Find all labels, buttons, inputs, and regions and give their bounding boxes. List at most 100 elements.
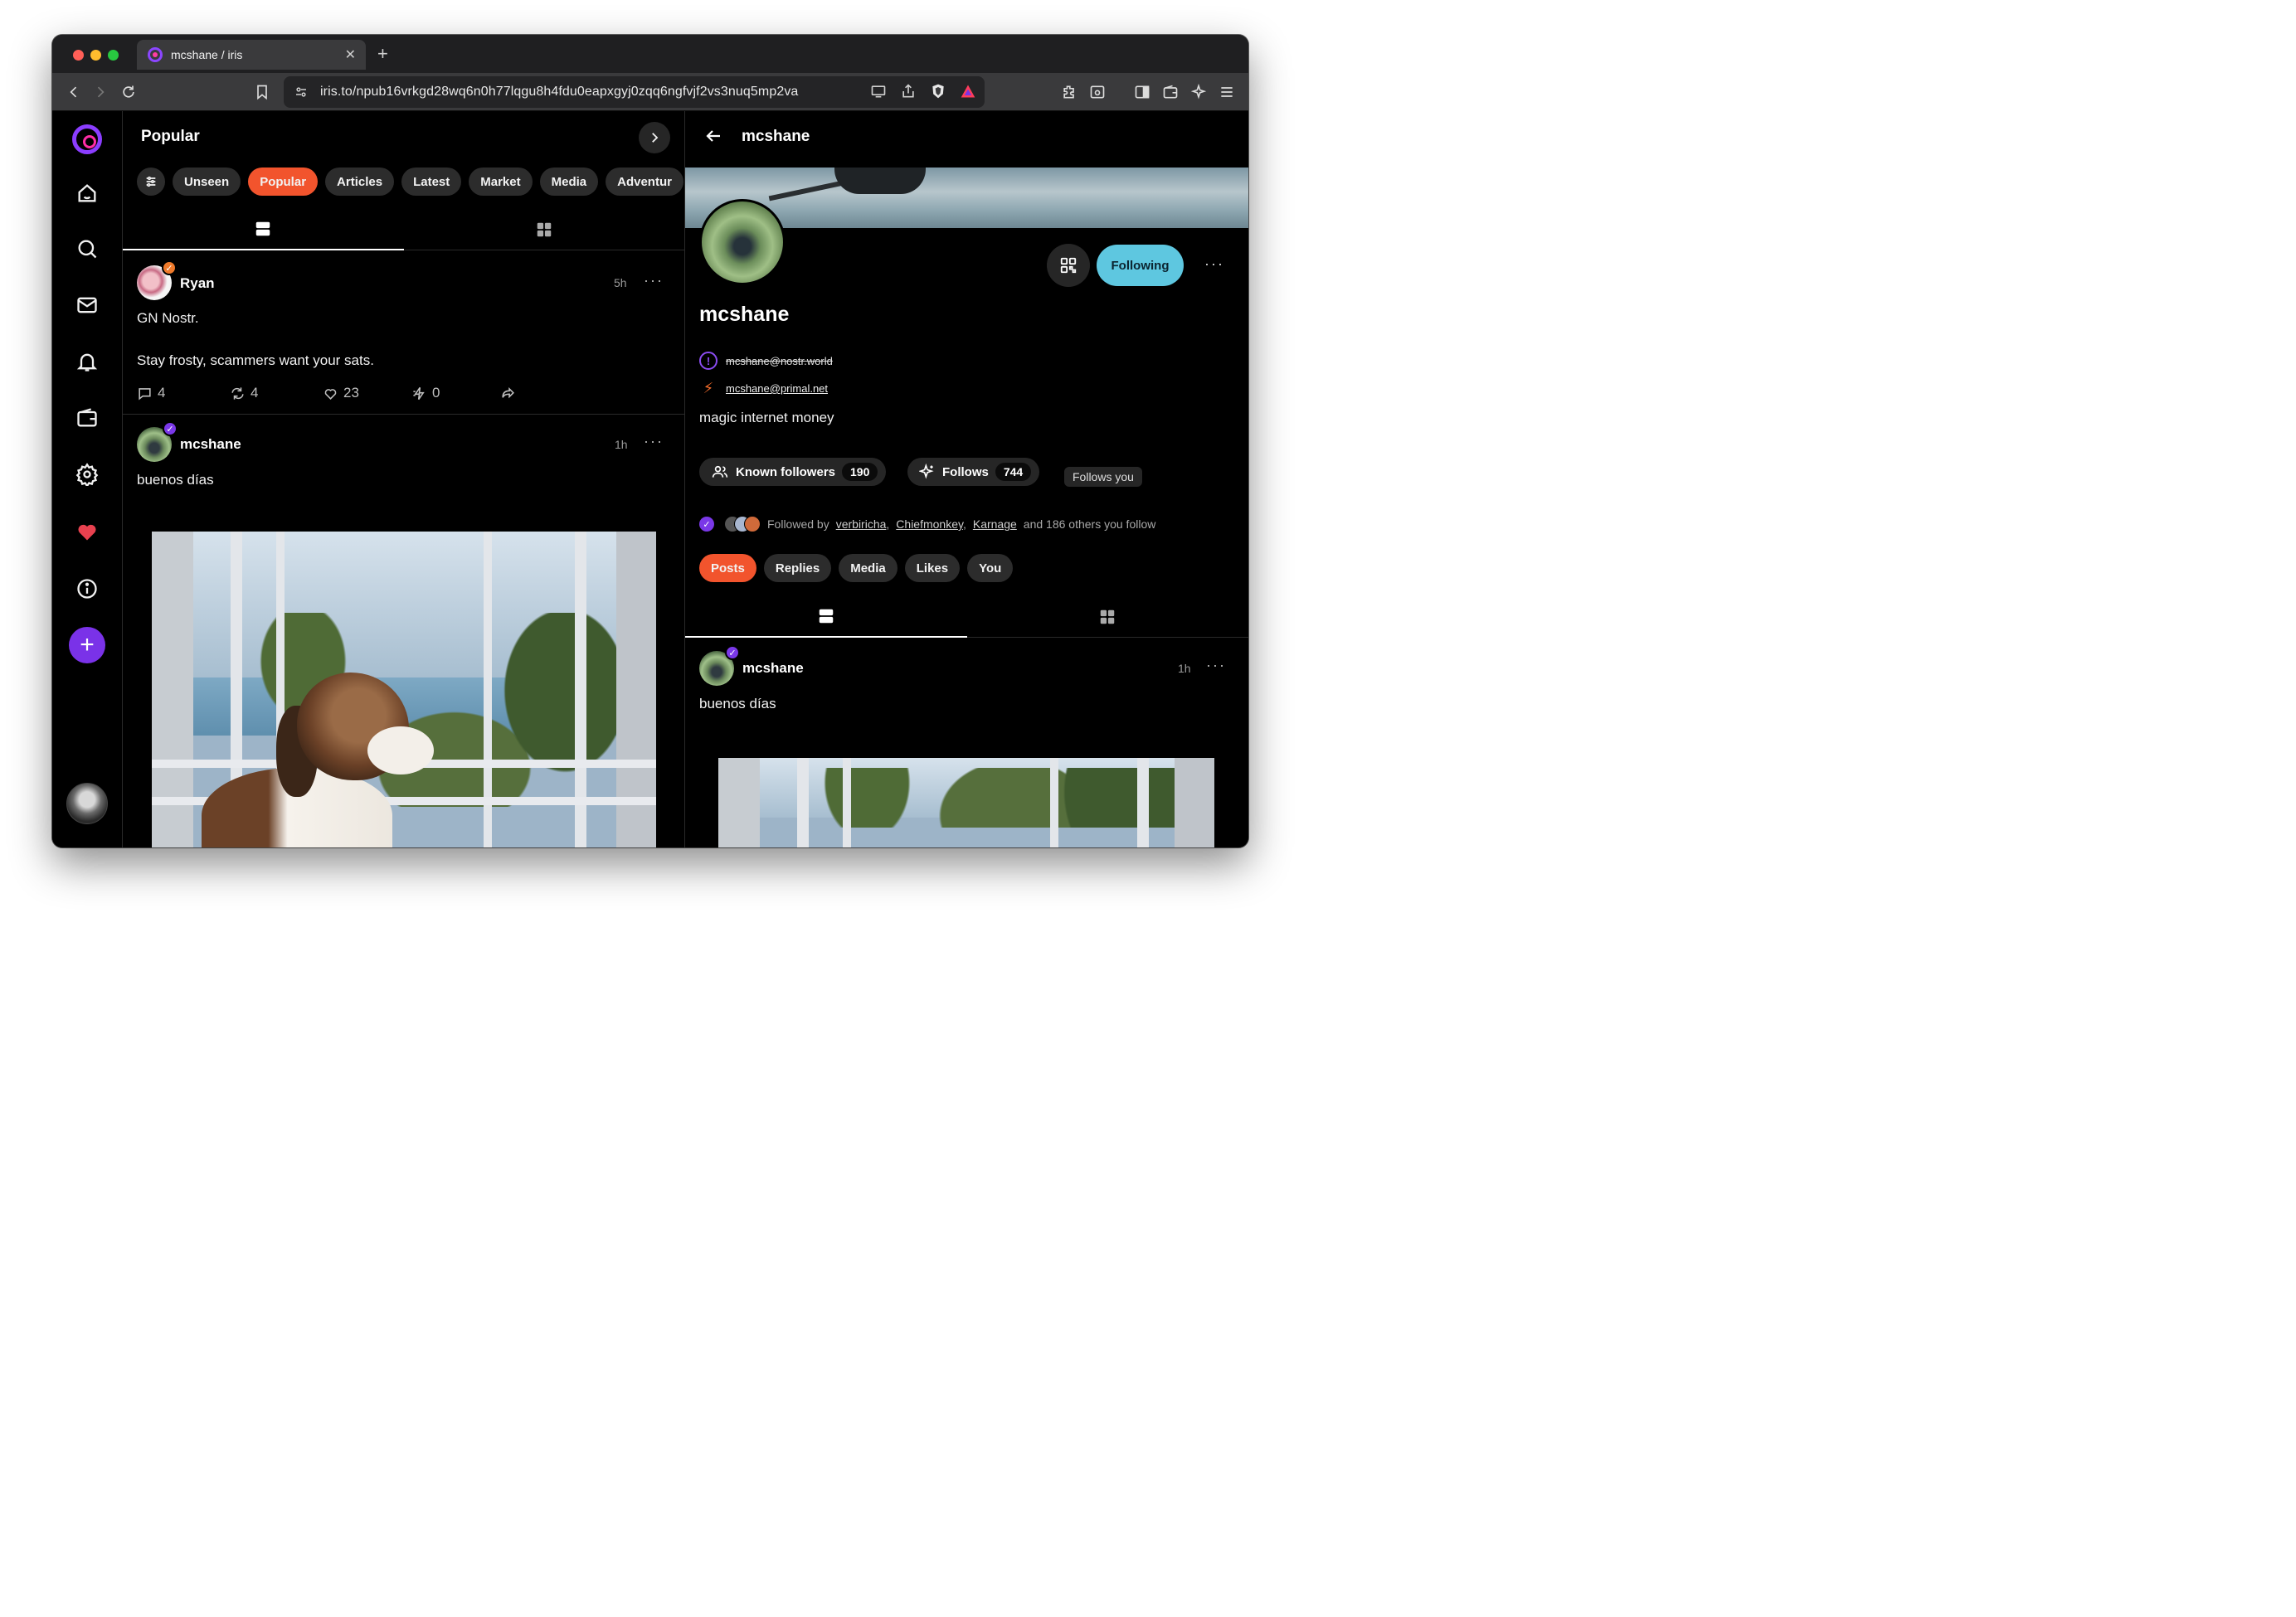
new-tab-button[interactable]: + — [377, 43, 388, 65]
profile-avatar[interactable] — [699, 199, 786, 285]
new-post-button[interactable]: + — [69, 627, 105, 663]
share-icon — [502, 386, 514, 398]
mutual-link[interactable]: Karnage — [973, 517, 1017, 531]
post-more-icon[interactable]: ··· — [644, 272, 664, 289]
image-wall — [718, 758, 760, 847]
known-followers-button[interactable]: Known followers 190 — [699, 458, 887, 486]
wallet-icon[interactable] — [74, 405, 100, 431]
address-bar[interactable]: iris.to/npub16vrkgd28wq6n0h77lqgu8h4fdu0… — [284, 76, 985, 108]
minimize-window-button[interactable] — [90, 50, 101, 61]
iris-logo-icon[interactable] — [72, 124, 102, 154]
author-name[interactable]: Ryan — [180, 275, 215, 292]
post-more-icon[interactable]: ··· — [644, 433, 664, 450]
grid-view-tab[interactable] — [404, 209, 685, 250]
tab-posts[interactable]: Posts — [699, 554, 756, 582]
feed-post[interactable]: ✓ Ryan 5h ··· GN Nostr. Stay frosty, sca… — [123, 250, 684, 415]
browser-tab[interactable]: mcshane / iris ✕ — [137, 40, 366, 70]
image-wall — [1175, 758, 1214, 847]
mutual-link[interactable]: Chiefmonkey — [896, 517, 963, 531]
filter-adventure[interactable]: Adventur — [606, 168, 683, 196]
sidebar-toggle-icon[interactable] — [1132, 82, 1152, 102]
bookmark-icon[interactable] — [252, 82, 272, 102]
post-text: buenos días — [137, 472, 214, 488]
filter-articles[interactable]: Articles — [325, 168, 395, 196]
filter-unseen[interactable]: Unseen — [173, 168, 241, 196]
post-time[interactable]: 1h — [615, 438, 628, 451]
lightning-address[interactable]: mcshane@primal.net — [726, 382, 828, 395]
reader-icon[interactable] — [1087, 82, 1107, 102]
home-icon[interactable] — [74, 180, 100, 206]
tab-replies[interactable]: Replies — [763, 554, 832, 582]
close-window-button[interactable] — [73, 50, 84, 61]
filter-latest[interactable]: Latest — [401, 168, 462, 196]
post-more-icon[interactable]: ··· — [1206, 657, 1226, 674]
brave-rewards-icon[interactable] — [960, 83, 976, 104]
leo-ai-icon[interactable] — [1189, 82, 1209, 102]
follows-button[interactable]: Follows 744 — [907, 458, 1040, 486]
author-name[interactable]: mcshane — [180, 436, 241, 453]
following-button[interactable]: Following — [1097, 245, 1184, 286]
settings-gear-icon[interactable] — [74, 461, 100, 488]
post-actions: 4 4 23 0 — [137, 385, 516, 401]
current-user-avatar[interactable] — [66, 783, 108, 824]
mutual-avatar[interactable] — [744, 516, 761, 532]
tab-likes[interactable]: Likes — [904, 554, 961, 582]
grid-view-tab[interactable] — [967, 596, 1249, 638]
post-image[interactable] — [152, 532, 656, 847]
search-icon[interactable] — [74, 236, 100, 262]
post-image[interactable] — [718, 758, 1214, 847]
menu-icon[interactable] — [1217, 82, 1237, 102]
extensions-icon[interactable] — [1059, 82, 1079, 102]
post-time[interactable]: 1h — [1178, 662, 1191, 675]
tab-you[interactable]: You — [967, 554, 1014, 582]
messages-icon[interactable] — [74, 292, 100, 318]
back-icon[interactable] — [64, 82, 84, 102]
list-view-icon — [819, 609, 833, 624]
profile-post[interactable]: ✓ mcshane 1h ··· buenos días — [685, 639, 1248, 847]
post-time[interactable]: 5h — [614, 276, 627, 289]
reply-icon — [139, 387, 151, 400]
banner-object — [834, 168, 926, 194]
mutual-link[interactable]: verbiricha — [836, 517, 887, 531]
forward-icon[interactable] — [90, 82, 110, 102]
filter-settings-button[interactable] — [137, 168, 165, 196]
like-button[interactable]: 23 — [323, 385, 411, 401]
profile-column: mcshane Following ··· mcshane ! mcshane@… — [685, 111, 1248, 847]
profile-more-icon[interactable]: ··· — [1204, 255, 1224, 273]
author-name[interactable]: mcshane — [742, 660, 804, 677]
list-view-tab[interactable] — [123, 209, 404, 250]
feed-view-tabs — [123, 209, 684, 250]
zoom-window-button[interactable] — [108, 50, 119, 61]
wallet-icon[interactable] — [1160, 82, 1180, 102]
address-bar-actions — [870, 83, 976, 104]
reload-icon[interactable] — [119, 82, 139, 102]
verified-badge-icon: ✓ — [163, 421, 178, 436]
follows-you-badge: Follows you — [1064, 467, 1142, 487]
feed-post[interactable]: ✓ mcshane 1h ··· buenos días — [123, 415, 684, 847]
filter-market[interactable]: Market — [469, 168, 533, 196]
reply-button[interactable]: 4 — [137, 385, 230, 401]
notifications-bell-icon[interactable] — [74, 348, 100, 375]
followed-by-row: ✓ Followed by verbiricha, Chiefmonkey, K… — [699, 516, 1155, 532]
zap-button[interactable]: 0 — [411, 385, 500, 401]
follows-count: 744 — [995, 463, 1032, 481]
feed-next-button[interactable] — [639, 122, 670, 153]
share-icon[interactable] — [900, 83, 917, 104]
about-info-icon[interactable] — [74, 575, 100, 602]
profile-view-tabs — [685, 596, 1248, 638]
repost-button[interactable]: 4 — [230, 385, 323, 401]
filter-popular[interactable]: Popular — [248, 168, 319, 196]
brave-shield-icon[interactable] — [930, 83, 946, 104]
qr-code-button[interactable] — [1047, 244, 1090, 287]
list-view-tab[interactable] — [685, 596, 967, 638]
cast-icon[interactable] — [870, 83, 887, 104]
back-arrow-icon[interactable] — [703, 126, 723, 150]
filter-media[interactable]: Media — [539, 168, 599, 196]
image-railing-bar — [797, 758, 809, 847]
url-text[interactable]: iris.to/npub16vrkgd28wq6n0h77lqgu8h4fdu0… — [320, 85, 834, 100]
heart-icon[interactable] — [74, 518, 100, 545]
close-tab-icon[interactable]: ✕ — [345, 46, 356, 63]
share-button[interactable] — [500, 386, 516, 401]
tab-media[interactable]: Media — [839, 554, 897, 582]
site-settings-icon[interactable] — [294, 85, 309, 100]
